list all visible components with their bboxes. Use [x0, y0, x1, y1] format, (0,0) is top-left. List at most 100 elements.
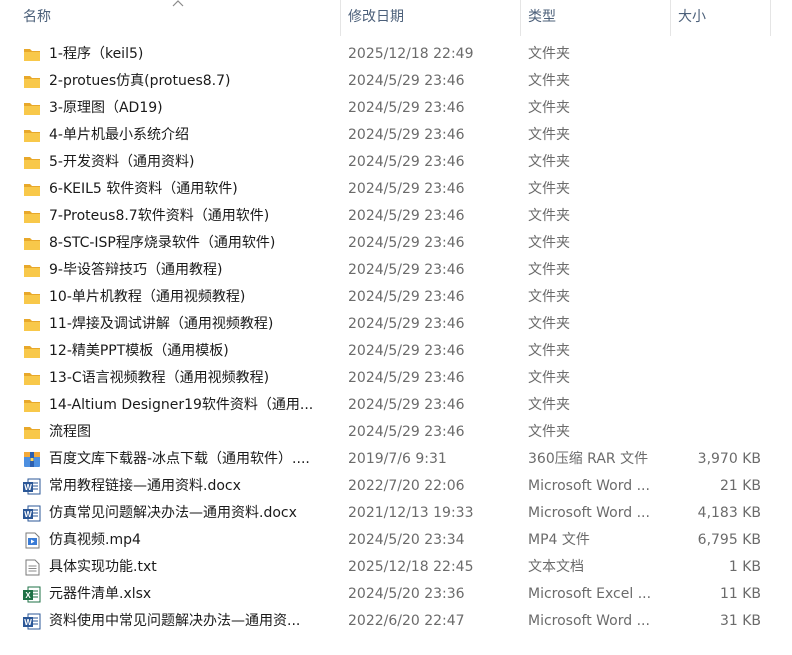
file-row[interactable]: 5-开发资料（通用资料) 2024/5/29 23:46 文件夹 [0, 149, 792, 176]
file-modified-date: 2022/6/20 22:47 [348, 613, 465, 629]
folder-icon [23, 424, 41, 441]
file-row[interactable]: 流程图 2024/5/29 23:46 文件夹 [0, 419, 792, 446]
file-row[interactable]: 4-单片机最小系统介绍 2024/5/29 23:46 文件夹 [0, 122, 792, 149]
file-modified-date: 2024/5/29 23:46 [348, 154, 465, 170]
file-type: 文件夹 [528, 181, 570, 197]
column-divider[interactable] [770, 0, 771, 36]
file-name: 仿真视频.mp4 [49, 532, 141, 548]
folder-icon [23, 73, 41, 90]
file-type: 文件夹 [528, 46, 570, 62]
file-modified-date: 2019/7/6 9:31 [348, 451, 447, 467]
file-name: 14-Altium Designer19软件资料（通用... [49, 397, 314, 413]
file-size: 3,970 KB [697, 451, 761, 467]
file-modified-date: 2025/12/18 22:45 [348, 559, 474, 575]
file-row[interactable]: 9-毕设答辩技巧（通用教程) 2024/5/29 23:46 文件夹 [0, 257, 792, 284]
file-row[interactable]: 仿真视频.mp4 2024/5/20 23:34 MP4 文件 6,795 KB [0, 527, 792, 554]
file-type: 360压缩 RAR 文件 [528, 451, 649, 467]
file-name: 2-protues仿真(protues8.7) [49, 73, 231, 89]
file-row[interactable]: 2-protues仿真(protues8.7) 2024/5/29 23:46 文件… [0, 68, 792, 95]
column-header-type[interactable]: 类型 [528, 0, 556, 36]
file-modified-date: 2024/5/29 23:46 [348, 316, 465, 332]
svg-text:W: W [24, 483, 32, 492]
file-type: 文件夹 [528, 154, 570, 170]
file-name: 5-开发资料（通用资料) [49, 154, 195, 170]
file-modified-date: 2024/5/29 23:46 [348, 208, 465, 224]
file-row[interactable]: 10-单片机教程（通用视频教程) 2024/5/29 23:46 文件夹 [0, 284, 792, 311]
file-row[interactable]: 14-Altium Designer19软件资料（通用... 2024/5/29 … [0, 392, 792, 419]
file-row[interactable]: W 常用教程链接—通用资料.docx 2022/7/20 22:06 Microsof… [0, 473, 792, 500]
video-file-icon [23, 532, 41, 549]
file-name: 具体实现功能.txt [49, 559, 157, 575]
file-modified-date: 2024/5/29 23:46 [348, 235, 465, 251]
file-name: 元器件清单.xlsx [49, 586, 152, 602]
column-divider[interactable] [520, 0, 521, 36]
word-doc-icon: W [23, 613, 41, 630]
column-divider[interactable] [670, 0, 671, 36]
file-name: 9-毕设答辩技巧（通用教程) [49, 262, 223, 278]
file-row[interactable]: W 仿真常见问题解决办法—通用资料.docx 2021/12/13 19:33 Mic… [0, 500, 792, 527]
file-type: Microsoft Word ... [528, 478, 650, 494]
column-header-bar: 名称 修改日期 类型 大小 [0, 0, 792, 36]
file-modified-date: 2024/5/20 23:36 [348, 586, 465, 602]
column-header-name[interactable]: 名称 [23, 0, 51, 36]
file-modified-date: 2024/5/29 23:46 [348, 397, 465, 413]
file-row[interactable]: 7-Proteus8.7软件资料（通用软件) 2024/5/29 23:46 文件夹 [0, 203, 792, 230]
folder-icon [23, 154, 41, 171]
rar-archive-icon [23, 451, 41, 468]
column-header-size[interactable]: 大小 [678, 0, 706, 36]
file-modified-date: 2022/7/20 22:06 [348, 478, 465, 494]
file-type: 文件夹 [528, 235, 570, 251]
file-row[interactable]: 11-焊接及调试讲解（通用视频教程) 2024/5/29 23:46 文件夹 [0, 311, 792, 338]
folder-icon [23, 46, 41, 63]
file-row[interactable]: 8-STC-ISP程序烧录软件（通用软件) 2024/5/29 23:46 文件夹 [0, 230, 792, 257]
file-name: 资料使用中常见问题解决办法—通用资... [49, 613, 301, 629]
folder-icon [23, 397, 41, 414]
file-type: Microsoft Word ... [528, 505, 650, 521]
file-name: 4-单片机最小系统介绍 [49, 127, 189, 143]
file-name: 8-STC-ISP程序烧录软件（通用软件) [49, 235, 276, 251]
file-row[interactable]: 3-原理图（AD19) 2024/5/29 23:46 文件夹 [0, 95, 792, 122]
folder-icon [23, 208, 41, 225]
file-row[interactable]: 13-C语言视频教程（通用视频教程) 2024/5/29 23:46 文件夹 [0, 365, 792, 392]
word-doc-icon: W [23, 478, 41, 495]
folder-icon [23, 100, 41, 117]
file-row[interactable]: 1-程序（keil5) 2025/12/18 22:49 文件夹 [0, 41, 792, 68]
file-row[interactable]: X 元器件清单.xlsx 2024/5/20 23:36 Microsoft Exce… [0, 581, 792, 608]
file-modified-date: 2024/5/29 23:46 [348, 289, 465, 305]
file-type: 文件夹 [528, 397, 570, 413]
file-modified-date: 2024/5/20 23:34 [348, 532, 465, 548]
file-type: 文件夹 [528, 343, 570, 359]
word-doc-icon: W [23, 505, 41, 522]
folder-icon [23, 289, 41, 306]
file-name: 10-单片机教程（通用视频教程) [49, 289, 246, 305]
file-modified-date: 2024/5/29 23:46 [348, 370, 465, 386]
column-header-date[interactable]: 修改日期 [348, 0, 404, 36]
sort-ascending-icon [172, 0, 184, 7]
folder-icon [23, 370, 41, 387]
file-size: 4,183 KB [697, 505, 761, 521]
file-row[interactable]: 12-精美PPT模板（通用模板) 2024/5/29 23:46 文件夹 [0, 338, 792, 365]
file-modified-date: 2024/5/29 23:46 [348, 424, 465, 440]
file-row[interactable]: 具体实现功能.txt 2025/12/18 22:45 文本文档 1 KB [0, 554, 792, 581]
file-type: Microsoft Word ... [528, 613, 650, 629]
file-type: 文件夹 [528, 127, 570, 143]
file-row[interactable]: 百度文库下载器-冰点下载（通用软件）.... 2019/7/6 9:31 360压缩… [0, 446, 792, 473]
folder-icon [23, 343, 41, 360]
folder-icon [23, 181, 41, 198]
column-divider[interactable] [340, 0, 341, 36]
file-name: 流程图 [49, 424, 91, 440]
file-name: 3-原理图（AD19) [49, 100, 163, 116]
file-size: 1 KB [728, 559, 761, 575]
file-type: 文件夹 [528, 73, 570, 89]
folder-icon [23, 316, 41, 333]
file-row[interactable]: W 资料使用中常见问题解决办法—通用资... 2022/6/20 22:47 Micr… [0, 608, 792, 635]
file-modified-date: 2024/5/29 23:46 [348, 100, 465, 116]
file-name: 7-Proteus8.7软件资料（通用软件) [49, 208, 270, 224]
text-file-icon [23, 559, 41, 576]
file-row[interactable]: 6-KEIL5 软件资料（通用软件) 2024/5/29 23:46 文件夹 [0, 176, 792, 203]
file-modified-date: 2024/5/29 23:46 [348, 127, 465, 143]
file-type: 文件夹 [528, 208, 570, 224]
file-name: 常用教程链接—通用资料.docx [49, 478, 241, 494]
file-size: 21 KB [719, 478, 761, 494]
file-type: 文件夹 [528, 100, 570, 116]
